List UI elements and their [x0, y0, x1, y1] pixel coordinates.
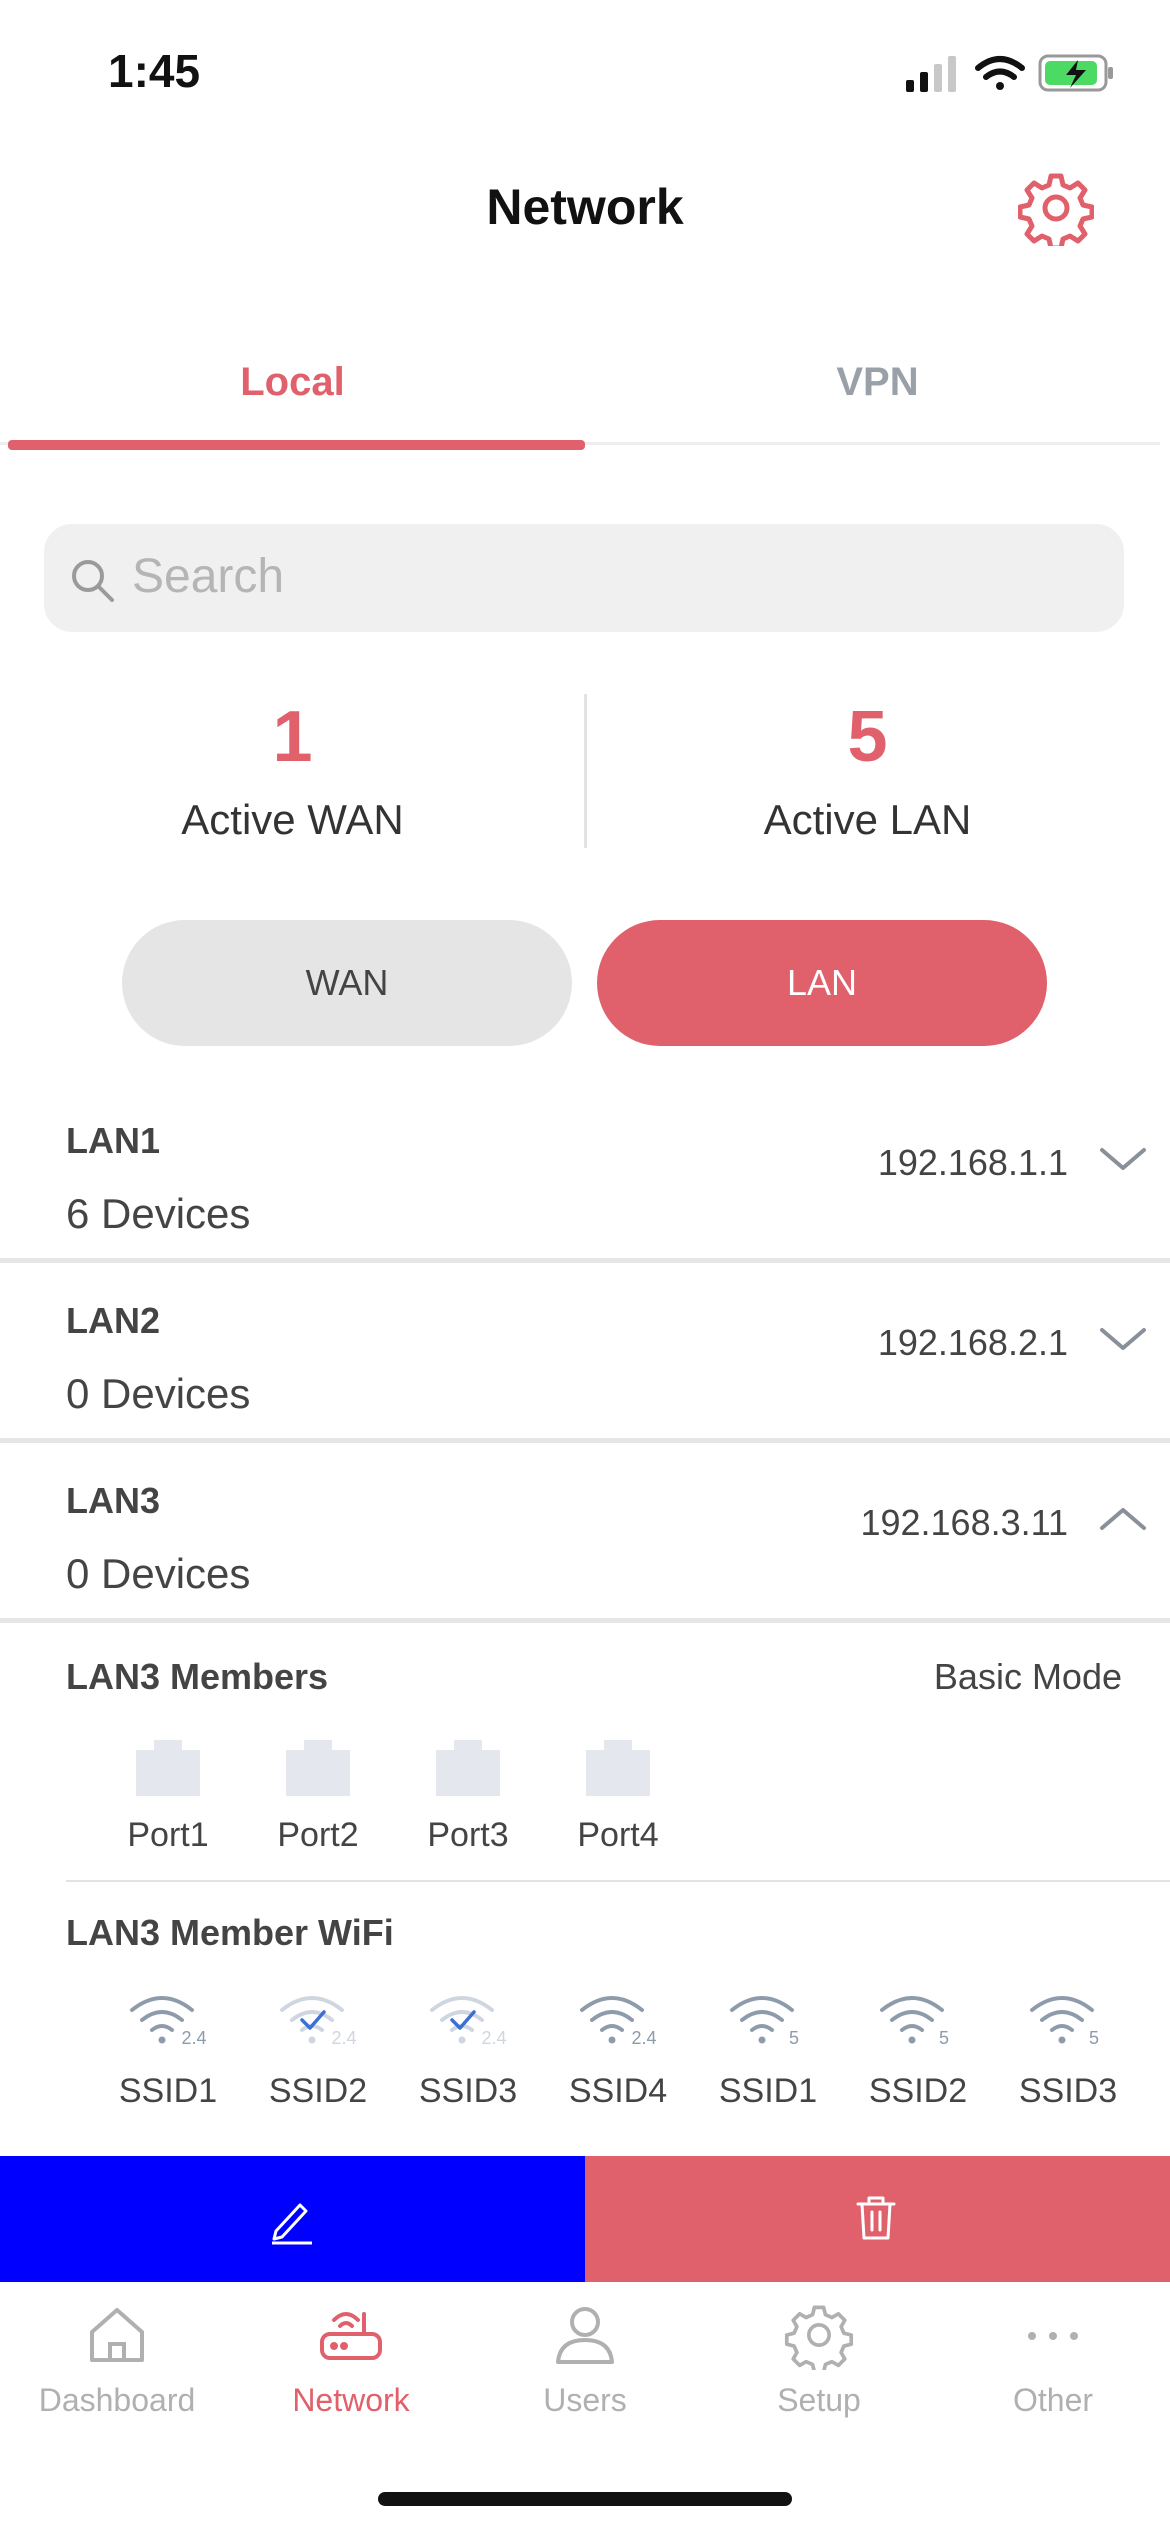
chevron-down-icon[interactable] — [1098, 1324, 1148, 1354]
lan-ip: 192.168.1.1 — [877, 1142, 1068, 1183]
active-tab-indicator — [8, 440, 585, 450]
ethernet-port-icon — [586, 1740, 650, 1796]
lan-name: LAN1 — [66, 1120, 161, 1161]
lan-ip: 192.168.3.11 — [860, 1502, 1068, 1543]
active-wan-label: Active WAN — [181, 796, 404, 843]
lan-name: LAN2 — [66, 1300, 161, 1341]
nav-other[interactable]: Other — [936, 2300, 1170, 2419]
nav-label: Dashboard — [38, 2382, 196, 2418]
signal-icon — [906, 56, 956, 92]
gear-icon — [784, 2305, 854, 2370]
section-divider — [66, 1880, 1170, 1882]
page-title: Network — [486, 179, 684, 235]
mode-label[interactable]: Basic Mode — [934, 1656, 1122, 1698]
port-label: Port3 — [427, 1816, 509, 1854]
lan-ip: 192.168.2.1 — [877, 1322, 1068, 1363]
settings-gear-icon[interactable] — [1018, 170, 1094, 246]
wifi-icon: 5 — [1030, 1996, 1099, 2046]
search-icon — [72, 560, 114, 602]
router-icon — [320, 2312, 382, 2360]
status-time: 1:45 — [108, 45, 201, 97]
ethernet-port-icon — [136, 1740, 200, 1796]
nav-dashboard[interactable]: Dashboard — [0, 2300, 234, 2419]
edit-pencil-icon — [272, 2203, 312, 2245]
port-label: Port1 — [127, 1816, 209, 1854]
nav-label: Other — [1012, 2382, 1094, 2418]
wifi-icon: 2.4 — [130, 1996, 207, 2046]
port-label: Port2 — [277, 1816, 359, 1854]
ethernet-port-icon — [436, 1740, 500, 1796]
tab-local[interactable]: Local — [0, 360, 585, 405]
wifi-title: LAN3 Member WiFi — [66, 1912, 394, 1953]
wifi-icon: 5 — [880, 1996, 949, 2046]
lan-name: LAN3 — [66, 1480, 161, 1521]
ethernet-port-icon — [286, 1740, 350, 1796]
nav-users[interactable]: Users — [468, 2300, 702, 2419]
search-placeholder: Search — [132, 550, 285, 603]
nav-label: Setup — [777, 2382, 861, 2418]
nav-network[interactable]: Network — [234, 2300, 468, 2419]
wan-toggle-button[interactable]: WAN — [122, 920, 572, 1046]
battery-icon — [1038, 54, 1113, 92]
home-icon — [90, 2308, 144, 2362]
wifi-icon: 2.4 — [280, 1996, 357, 2046]
chevron-down-icon[interactable] — [1098, 1144, 1148, 1174]
wifi-icon: 2.4 — [430, 1996, 507, 2046]
port-label: Port4 — [577, 1816, 659, 1854]
lan-toggle-button[interactable]: LAN — [597, 920, 1047, 1046]
ssid-label: SSID2 — [268, 2072, 368, 2110]
lan-device-count: 6 Devices — [66, 1190, 251, 1237]
active-lan-count: 5 — [847, 697, 888, 777]
wifi-band-label: 5 — [1089, 2028, 1099, 2046]
active-wan-count: 1 — [272, 697, 313, 777]
lan-device-count: 0 Devices — [66, 1550, 251, 1597]
wifi-band-label: 5 — [939, 2028, 949, 2046]
ssid-label: SSID3 — [1018, 2072, 1118, 2110]
row-separator — [0, 1258, 1170, 1263]
wifi-status-icon — [975, 56, 1025, 90]
user-icon — [556, 2307, 614, 2364]
nav-label: Network — [292, 2382, 410, 2418]
ssid-label: SSID2 — [868, 2072, 968, 2110]
wifi-band-label: 5 — [789, 2028, 799, 2046]
wifi-band-label: 2.4 — [481, 2028, 506, 2046]
ssid-label: SSID3 — [418, 2072, 518, 2110]
lan-device-count: 0 Devices — [66, 1370, 251, 1417]
wifi-icon: 5 — [730, 1996, 799, 2046]
active-lan-label: Active LAN — [763, 796, 972, 843]
ssid-label: SSID1 — [118, 2072, 218, 2110]
wifi-band-label: 2.4 — [331, 2028, 356, 2046]
wifi-icon: 2.4 — [580, 1996, 657, 2046]
home-indicator — [378, 2492, 792, 2506]
more-icon — [1028, 2332, 1078, 2340]
ssid-label: SSID1 — [718, 2072, 818, 2110]
trash-icon — [856, 2196, 896, 2240]
row-separator — [0, 1438, 1170, 1443]
status-icons — [906, 54, 1113, 92]
chevron-up-icon[interactable] — [1098, 1504, 1148, 1534]
nav-label: Users — [543, 2382, 627, 2418]
nav-setup[interactable]: Setup — [702, 2300, 936, 2419]
wifi-band-label: 2.4 — [181, 2028, 206, 2046]
members-title: LAN3 Members — [66, 1656, 329, 1697]
tab-vpn[interactable]: VPN — [585, 360, 1170, 405]
wifi-band-label: 2.4 — [631, 2028, 656, 2046]
ssid-label: SSID4 — [568, 2072, 668, 2110]
row-separator — [0, 1618, 1170, 1623]
